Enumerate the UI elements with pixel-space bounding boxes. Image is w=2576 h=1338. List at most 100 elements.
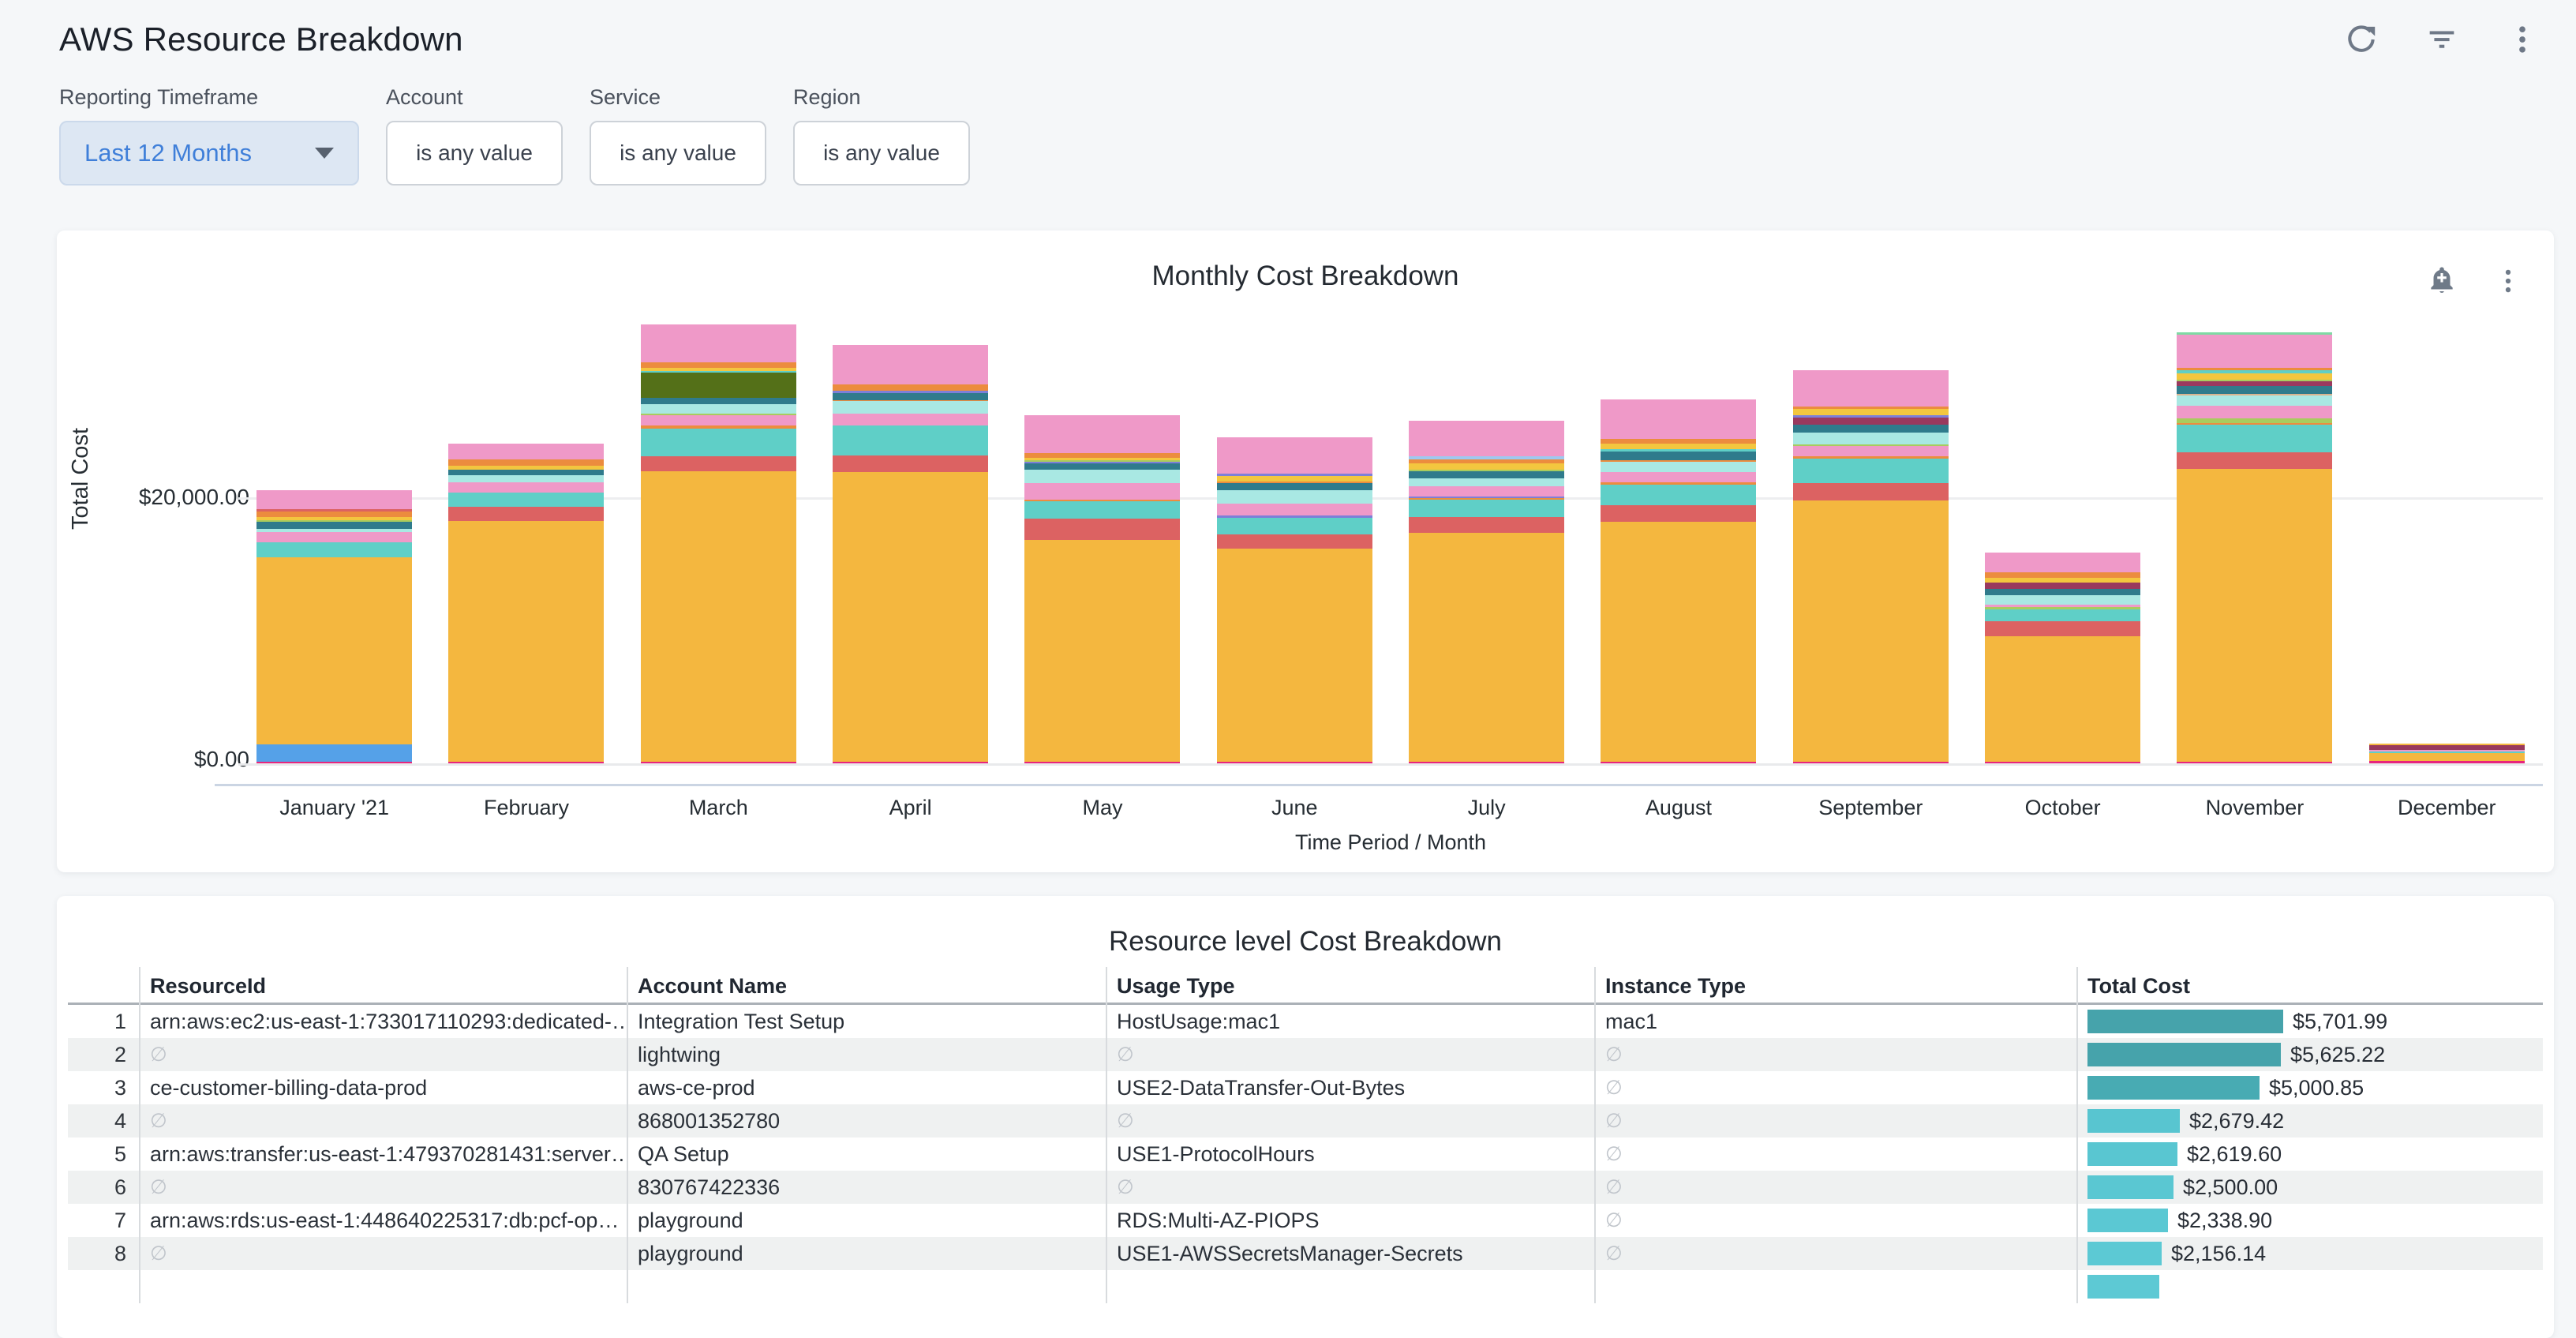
cell-resource-id[interactable]: arn:aws:rds:us-east-1:448640225317:db:pc… (139, 1204, 627, 1237)
bar-segment[interactable] (1793, 762, 1949, 764)
bar-segment[interactable] (1601, 485, 1756, 505)
bar-segment[interactable] (833, 401, 988, 414)
bar-segment[interactable] (1985, 589, 2140, 595)
col-total-cost[interactable]: Total Cost (2076, 967, 2543, 1005)
cell-account-name[interactable]: 868001352780 (627, 1104, 1106, 1137)
bar-segment[interactable] (2177, 373, 2332, 380)
month-bar-December[interactable] (2369, 744, 2525, 763)
bar-segment[interactable] (2177, 335, 2332, 368)
bar-segment[interactable] (641, 762, 796, 764)
bar-segment[interactable] (833, 762, 988, 764)
cell-usage-type[interactable]: USE2-DataTransfer-Out-Bytes (1106, 1071, 1594, 1104)
cell-account-name[interactable]: playground (627, 1237, 1106, 1270)
bar-segment[interactable] (1217, 483, 1372, 490)
cell-account-name[interactable]: aws-ce-prod (627, 1071, 1106, 1104)
cell-total-cost[interactable]: $2,156.14 (2076, 1237, 2543, 1270)
bar-segment[interactable] (256, 532, 412, 542)
month-bar-July[interactable] (1409, 421, 1564, 763)
bar-segment[interactable] (1409, 517, 1564, 533)
bar-segment[interactable] (2177, 386, 2332, 394)
bar-segment[interactable] (641, 471, 796, 762)
bar-segment[interactable] (1601, 399, 1756, 439)
bar-segment[interactable] (1217, 518, 1372, 534)
bar-segment[interactable] (1024, 470, 1180, 483)
month-bar-October[interactable] (1985, 553, 2140, 763)
bar-segment[interactable] (1601, 505, 1756, 522)
bar-segment[interactable] (1409, 500, 1564, 517)
more-options-icon[interactable] (2503, 21, 2541, 58)
cell-total-cost[interactable]: $2,679.42 (2076, 1104, 2543, 1137)
cell-resource-id[interactable]: ∅ (139, 1171, 627, 1204)
cell-instance-type[interactable] (1594, 1270, 2076, 1303)
bar-segment[interactable] (1793, 433, 1949, 444)
month-bar-August[interactable] (1601, 399, 1756, 763)
cell-total-cost[interactable]: $2,500.00 (2076, 1171, 2543, 1204)
timeframe-dropdown[interactable]: Last 12 Months (59, 121, 359, 186)
bar-segment[interactable] (448, 475, 604, 482)
bar-segment[interactable] (2177, 762, 2332, 764)
cell-instance-type[interactable]: ∅ (1594, 1137, 2076, 1171)
cell-instance-type[interactable]: ∅ (1594, 1171, 2076, 1204)
bar-segment[interactable] (448, 762, 604, 764)
bar-segment[interactable] (1601, 462, 1756, 472)
bar-segment[interactable] (1409, 486, 1564, 497)
cell-instance-type[interactable]: ∅ (1594, 1237, 2076, 1270)
cell-account-name[interactable]: QA Setup (627, 1137, 1106, 1171)
refresh-icon[interactable] (2342, 21, 2380, 58)
bar-segment[interactable] (641, 404, 796, 414)
bar-segment[interactable] (641, 398, 796, 404)
bar-segment[interactable] (256, 522, 412, 529)
bar-segment[interactable] (1793, 500, 1949, 761)
bar-segment[interactable] (256, 557, 412, 744)
cell-total-cost[interactable]: $5,625.22 (2076, 1038, 2543, 1071)
month-bar-September[interactable] (1793, 370, 1949, 763)
account-filter-chip[interactable]: is any value (386, 121, 563, 186)
bar-segment[interactable] (1601, 472, 1756, 482)
bar-segment[interactable] (2177, 395, 2332, 406)
bar-segment[interactable] (448, 493, 604, 507)
bar-segment[interactable] (1217, 476, 1372, 482)
bar-segment[interactable] (256, 512, 412, 517)
cell-account-name[interactable] (627, 1270, 1106, 1303)
bar-segment[interactable] (1409, 762, 1564, 764)
cell-resource-id[interactable] (139, 1270, 627, 1303)
bar-segment[interactable] (448, 470, 604, 475)
cell-total-cost[interactable] (2076, 1270, 2543, 1303)
bar-segment[interactable] (1601, 762, 1756, 764)
bar-segment[interactable] (448, 459, 604, 466)
cell-usage-type[interactable]: RDS:Multi-AZ-PIOPS (1106, 1204, 1594, 1237)
col-usage-type[interactable]: Usage Type (1106, 967, 1594, 1005)
bar-segment[interactable] (1985, 553, 2140, 572)
month-bar-February[interactable] (448, 444, 604, 763)
bar-segment[interactable] (1024, 463, 1180, 470)
cell-usage-type[interactable]: ∅ (1106, 1038, 1594, 1071)
bar-segment[interactable] (833, 414, 988, 425)
bar-segment[interactable] (1409, 421, 1564, 457)
bar-segment[interactable] (1985, 572, 2140, 578)
bar-segment[interactable] (2369, 761, 2525, 763)
bar-segment[interactable] (833, 455, 988, 472)
bar-segment[interactable] (1793, 483, 1949, 500)
bar-segment[interactable] (1985, 595, 2140, 605)
bar-segment[interactable] (2177, 469, 2332, 762)
bar-segment[interactable] (1217, 490, 1372, 504)
month-bar-June[interactable] (1217, 437, 1372, 763)
month-bar-April[interactable] (833, 345, 988, 763)
cell-usage-type[interactable]: ∅ (1106, 1104, 1594, 1137)
bar-segment[interactable] (1217, 549, 1372, 761)
cell-usage-type[interactable]: USE1-AWSSecretsManager-Secrets (1106, 1237, 1594, 1270)
bar-segment[interactable] (1024, 501, 1180, 519)
bar-segment[interactable] (448, 444, 604, 459)
cell-resource-id[interactable]: ce-customer-billing-data-prod (139, 1071, 627, 1104)
cell-usage-type[interactable]: ∅ (1106, 1171, 1594, 1204)
cell-total-cost[interactable]: $2,338.90 (2076, 1204, 2543, 1237)
cell-usage-type[interactable] (1106, 1270, 1594, 1303)
bar-segment[interactable] (1024, 483, 1180, 499)
cell-instance-type[interactable]: ∅ (1594, 1204, 2076, 1237)
month-bar-November[interactable] (2177, 332, 2332, 763)
bar-segment[interactable] (833, 425, 988, 455)
cell-resource-id[interactable]: arn:aws:transfer:us-east-1:479370281431:… (139, 1137, 627, 1171)
month-bar-March[interactable] (641, 324, 796, 763)
bar-segment[interactable] (1985, 583, 2140, 589)
cell-account-name[interactable]: 830767422336 (627, 1171, 1106, 1204)
